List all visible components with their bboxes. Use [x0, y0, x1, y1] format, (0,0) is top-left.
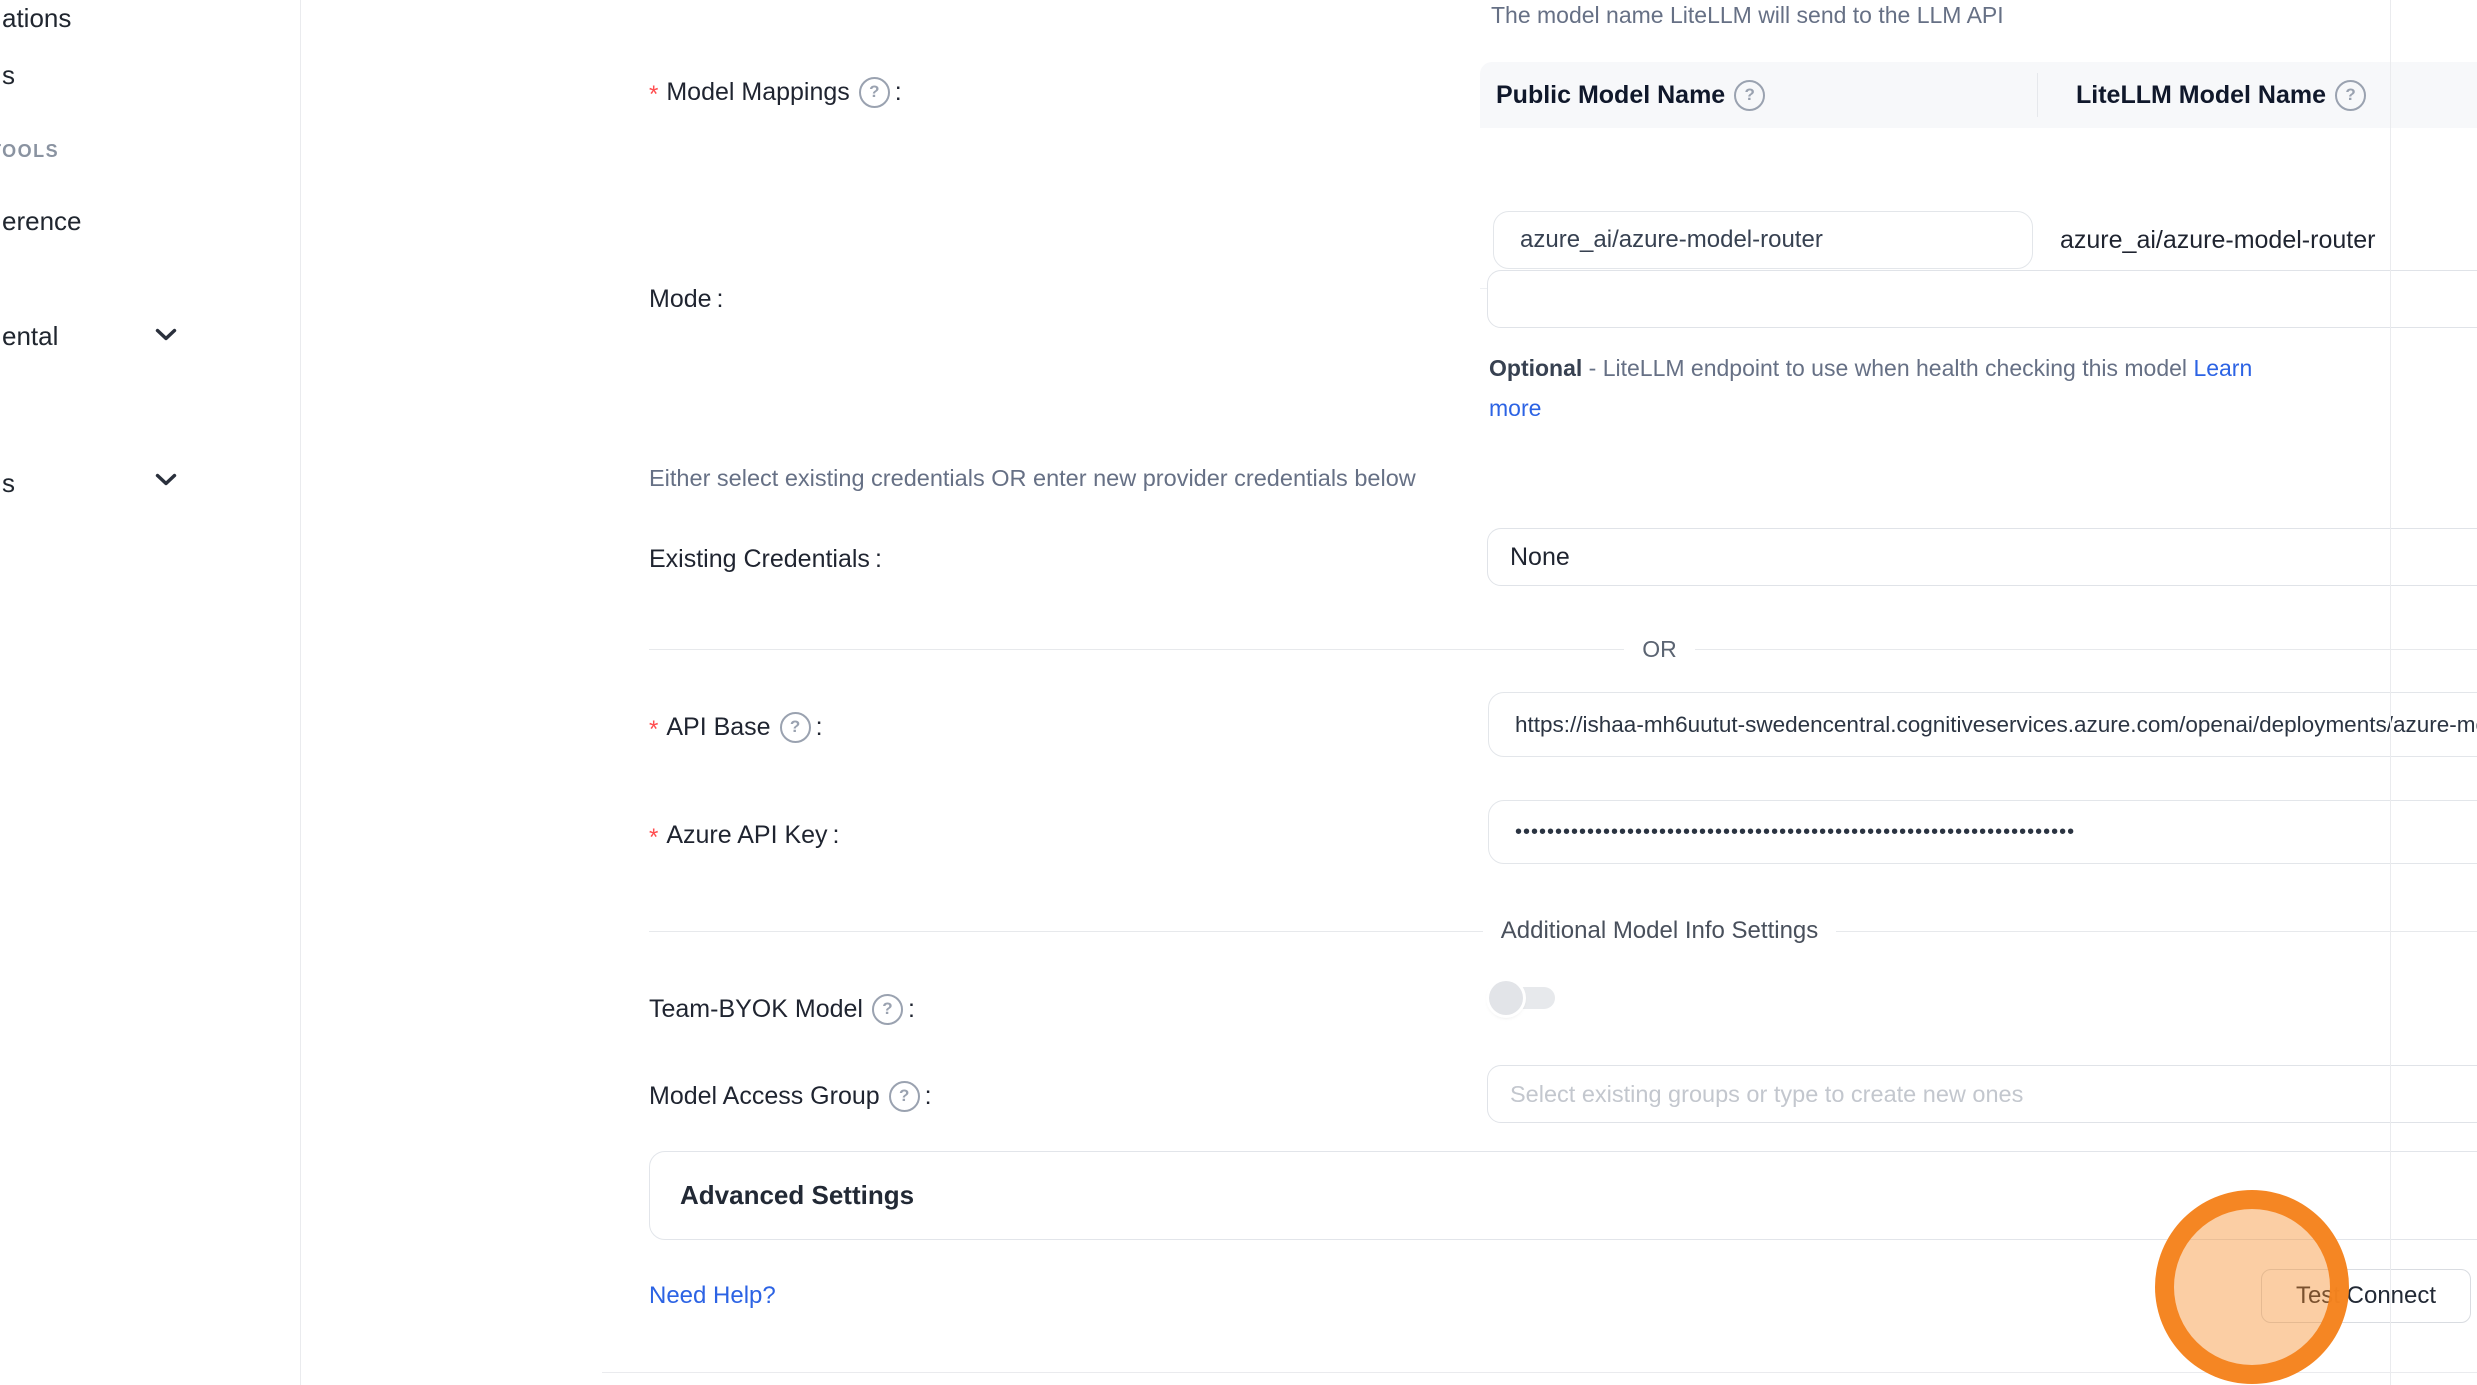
sidebar-item-organizations[interactable]: ations: [2, 3, 71, 34]
help-icon[interactable]: ?: [780, 712, 811, 743]
additional-settings-divider: Additional Model Info Settings: [649, 916, 2477, 946]
existing-credentials-select[interactable]: None: [1487, 528, 2477, 586]
azure-api-key-input[interactable]: ••••••••••••••••••••••••••••••••••••••••…: [1488, 800, 2477, 864]
sidebar-item-label: ations: [2, 3, 71, 34]
mode-select[interactable]: [1487, 270, 2477, 328]
required-asterisk: *: [649, 77, 658, 107]
litellm-model-name-value: azure_ai/azure-model-router: [2060, 226, 2375, 255]
sidebar-section-label: TOOLS: [0, 141, 59, 161]
azure-api-key-label: * Azure API Key :: [649, 819, 840, 851]
need-help-link[interactable]: Need Help?: [649, 1282, 776, 1310]
model-access-group-placeholder: Select existing groups or type to create…: [1510, 1081, 2023, 1108]
table-row: azure_ai/azure-model-router: [1480, 128, 2477, 284]
help-icon[interactable]: ?: [859, 77, 890, 108]
existing-credentials-value: None: [1510, 543, 1570, 572]
sidebar-item-label: ental: [2, 321, 58, 352]
team-byok-label: Team-BYOK Model ? :: [649, 993, 915, 1025]
existing-credentials-label: Existing Credentials :: [649, 543, 882, 575]
help-icon[interactable]: ?: [2335, 80, 2366, 111]
sidebar-item-label: erence: [2, 206, 82, 237]
model-access-group-label: Model Access Group ? :: [649, 1080, 932, 1112]
litellm-model-name-hint: The model name LiteLLM will send to the …: [1491, 2, 2004, 29]
help-icon[interactable]: ?: [1734, 80, 1765, 111]
test-connect-button[interactable]: Test Connect: [2261, 1269, 2471, 1323]
chevron-down-icon: [155, 328, 177, 347]
sidebar-item-reference[interactable]: erence: [2, 206, 82, 237]
required-asterisk: *: [649, 712, 658, 742]
column-divider: [2037, 73, 2038, 117]
public-model-name-input[interactable]: [1493, 211, 2033, 269]
team-byok-toggle[interactable]: [1489, 980, 1557, 1016]
mode-help-text: Optional - LiteLLM endpoint to use when …: [1489, 348, 2294, 428]
sidebar-item-settings[interactable]: s: [2, 468, 15, 499]
sidebar-item-guardrails[interactable]: s: [2, 60, 15, 91]
column-header-public-model-name: Public Model Name ?: [1480, 80, 2053, 111]
required-asterisk: *: [649, 820, 658, 850]
masked-api-key: ••••••••••••••••••••••••••••••••••••••••…: [1515, 821, 2125, 844]
add-model-page: ations s TOOLS erence ental s The model …: [0, 0, 2477, 1385]
panel-right-border: [2390, 0, 2391, 1385]
mode-label: Mode :: [649, 283, 724, 315]
sidebar-section-tools: TOOLS: [0, 141, 59, 162]
credentials-note: Either select existing credentials OR en…: [649, 465, 1416, 492]
sidebar-item-label: s: [2, 468, 15, 499]
or-divider: OR: [649, 634, 2477, 664]
advanced-settings-panel[interactable]: Advanced Settings: [649, 1151, 2477, 1240]
api-base-value: https://ishaa-mh6uutut-swedencentral.cog…: [1515, 712, 2477, 738]
model-mappings-table: Public Model Name ? LiteLLM Model Name ?…: [1480, 62, 2477, 284]
help-icon[interactable]: ?: [872, 994, 903, 1025]
sidebar: ations s TOOLS erence ental s: [0, 0, 301, 1385]
panel-bottom-border: [602, 1372, 2477, 1373]
advanced-settings-title: Advanced Settings: [680, 1180, 914, 1211]
model-mappings-table-header: Public Model Name ? LiteLLM Model Name ?: [1480, 62, 2477, 128]
api-base-label: * API Base ? :: [649, 711, 823, 743]
add-model-form: The model name LiteLLM will send to the …: [301, 0, 2390, 1385]
chevron-down-icon: [155, 473, 177, 492]
help-icon[interactable]: ?: [889, 1081, 920, 1112]
api-base-input[interactable]: https://ishaa-mh6uutut-swedencentral.cog…: [1488, 692, 2477, 757]
column-header-litellm-model-name: LiteLLM Model Name ?: [2053, 80, 2366, 111]
sidebar-item-label: s: [2, 60, 15, 91]
model-access-group-select[interactable]: Select existing groups or type to create…: [1487, 1065, 2477, 1123]
model-mappings-label: * Model Mappings ? :: [649, 76, 902, 108]
toggle-knob: [1489, 981, 1523, 1015]
sidebar-item-experimental[interactable]: ental: [2, 321, 58, 352]
